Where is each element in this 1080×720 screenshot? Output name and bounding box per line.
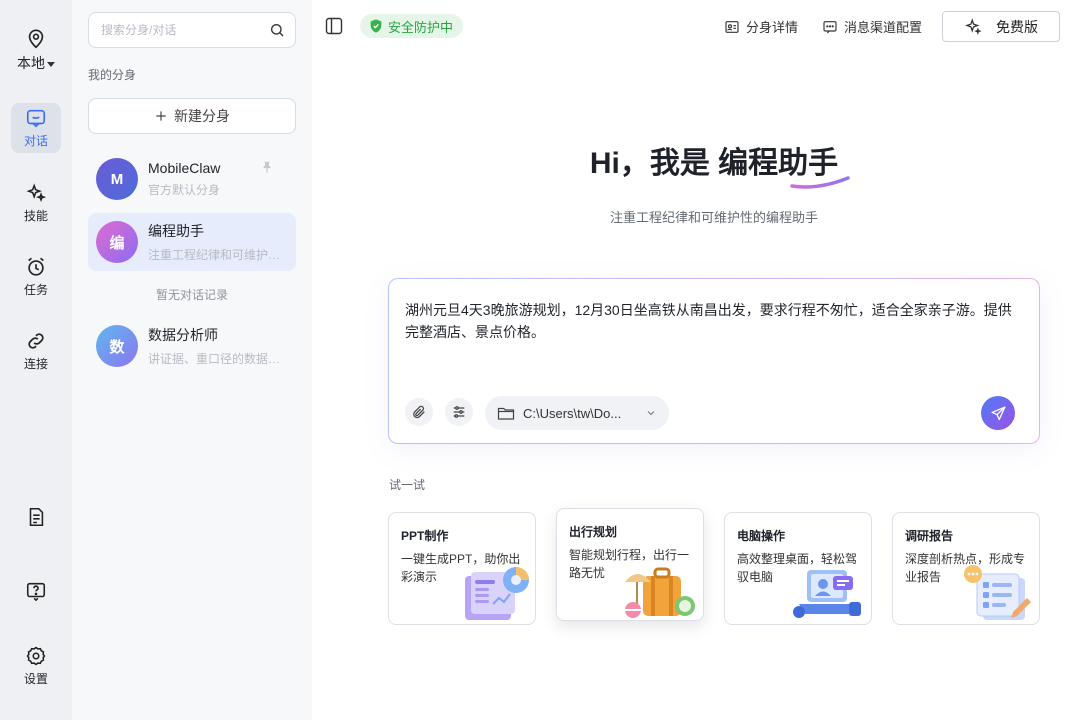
agent-item-coding[interactable]: 编 编程助手 注重工程纪律和可维护性的编程助手 [88, 213, 296, 271]
card-title: PPT制作 [401, 529, 449, 543]
send-icon [990, 405, 1006, 420]
rail-label-settings: 设置 [23, 672, 48, 686]
composer: 湖州元旦4天3晚旅游规划，12月30日坐高铁从南昌出发，要求行程不匆忙，适合全家… [388, 278, 1040, 444]
ppt-illustration [465, 567, 529, 620]
card-title: 电脑操作 [737, 529, 786, 543]
empty-conversations-note: 暂无对话记录 [155, 288, 228, 302]
help-button[interactable] [11, 576, 61, 606]
rail-item-skills[interactable]: 技能 [11, 178, 61, 228]
avatar: 数 [96, 325, 138, 367]
workspace-path: C:\Users\tw\Do... [523, 405, 622, 421]
computer-illustration [793, 570, 861, 618]
agent-name: 数据分析师 [148, 327, 218, 343]
hero-title: Hi，我是 编程助手 [312, 138, 1080, 189]
search-icon[interactable] [269, 22, 285, 38]
security-badge: 安全防护中 [360, 14, 464, 38]
hero-subtitle: 注重工程纪律和可维护性的编程助手 [609, 210, 818, 225]
card-title: 调研报告 [905, 529, 954, 543]
alarm-clock-icon [28, 257, 44, 276]
try-section-label: 试一试 [389, 478, 426, 492]
rail-item-tasks[interactable]: 任务 [11, 252, 61, 302]
plus-icon [156, 111, 166, 121]
message-icon [823, 20, 837, 33]
agent-name: 编程助手 [148, 223, 204, 239]
agent-panel: 我的分身 新建分身 M MobileClaw 官方默认分身 编 编程助手 注重工… [72, 0, 312, 720]
suggestion-card-ppt[interactable]: PPT制作 一键生成PPT，助你出彩演示 [388, 512, 536, 625]
report-illustration [964, 565, 1031, 620]
settings-sliders-button[interactable] [445, 398, 473, 426]
channel-config-label: 消息渠道配置 [843, 20, 922, 35]
shield-icon [370, 19, 382, 33]
sparkle-icon [965, 17, 982, 35]
send-button[interactable] [981, 396, 1015, 430]
help-icon [26, 582, 46, 602]
underline-swoosh [790, 176, 850, 189]
sliders-icon [453, 406, 465, 418]
header-actions: 分身详情 消息渠道配置 免费版 [724, 11, 1060, 42]
sidebar-toggle-icon[interactable] [324, 16, 344, 36]
section-label: 我的分身 [88, 68, 137, 82]
location-label: 本地 [17, 55, 45, 71]
agent-details-button[interactable]: 分身详情 [724, 17, 798, 36]
rail-label-chat: 对话 [23, 134, 48, 148]
rail-item-connect[interactable]: 连接 [11, 326, 61, 376]
agent-item-data-analyst[interactable]: 数 数据分析师 讲证据、重口径的数据分析师 [88, 317, 296, 375]
sparkle-icon [26, 183, 47, 203]
pin-icon[interactable] [260, 160, 274, 174]
attach-button[interactable] [405, 398, 433, 426]
main-area: 安全防护中 分身详情 消息渠道配置 免费版 Hi，我是 编程助手 注重工程纪律和… [312, 0, 1080, 720]
suggestion-card-report[interactable]: 调研报告 深度剖析热点，形成专业报告 [892, 512, 1040, 625]
agent-desc: 注重工程纪律和可维护性的编程助手 [148, 248, 288, 262]
prompt-input[interactable]: 湖州元旦4天3晚旅游规划，12月30日坐高铁从南昌出发，要求行程不匆忙，适合全家… [405, 299, 1025, 343]
channel-config-button[interactable]: 消息渠道配置 [822, 17, 922, 36]
workspace-path-select[interactable]: C:\Users\tw\Do... [485, 396, 669, 430]
chat-icon [26, 109, 46, 128]
folder-icon [497, 407, 515, 420]
avatar: M [96, 158, 138, 200]
link-icon [28, 333, 44, 349]
search-box [88, 12, 296, 48]
agent-details-label: 分身详情 [745, 20, 798, 35]
new-agent-label: 新建分身 [174, 108, 230, 124]
paperclip-icon [413, 405, 425, 419]
plan-label: 免费版 [996, 18, 1038, 35]
rail-label-connect: 连接 [23, 357, 48, 371]
gear-icon [26, 646, 46, 666]
agent-desc: 讲证据、重口径的数据分析师 [148, 352, 288, 366]
hero-greeting: Hi，我是 [589, 147, 710, 180]
left-rail: 本地 对话 技能 任务 连接 设置 [0, 0, 72, 720]
notes-button[interactable] [11, 502, 61, 532]
rail-label-tasks: 任务 [23, 283, 48, 297]
profile-card-icon [725, 20, 739, 33]
document-icon [29, 507, 44, 527]
caret-down-icon [47, 61, 55, 67]
agent-desc: 官方默认分身 [148, 183, 221, 197]
location-switcher[interactable]: 本地 [11, 24, 61, 77]
rail-item-chat[interactable]: 对话 [11, 103, 61, 153]
rail-item-settings[interactable]: 设置 [11, 641, 61, 691]
suggestion-card-travel[interactable]: 出行规划 智能规划行程，出行一路无忧 [556, 508, 704, 621]
security-badge-label: 安全防护中 [388, 19, 454, 35]
card-title: 出行规划 [569, 525, 618, 539]
plan-button[interactable]: 免费版 [942, 11, 1060, 42]
new-agent-button[interactable]: 新建分身 [88, 98, 296, 134]
suggestion-card-computer[interactable]: 电脑操作 高效整理桌面，轻松驾驭电脑 [724, 512, 872, 625]
location-pin-icon [28, 29, 44, 49]
avatar: 编 [96, 221, 138, 263]
search-input[interactable] [101, 23, 269, 37]
agent-item-mobileclaw[interactable]: M MobileClaw 官方默认分身 [88, 150, 296, 208]
rail-label-skills: 技能 [23, 209, 48, 223]
chevron-down-icon [647, 411, 655, 416]
travel-illustration [625, 567, 695, 618]
